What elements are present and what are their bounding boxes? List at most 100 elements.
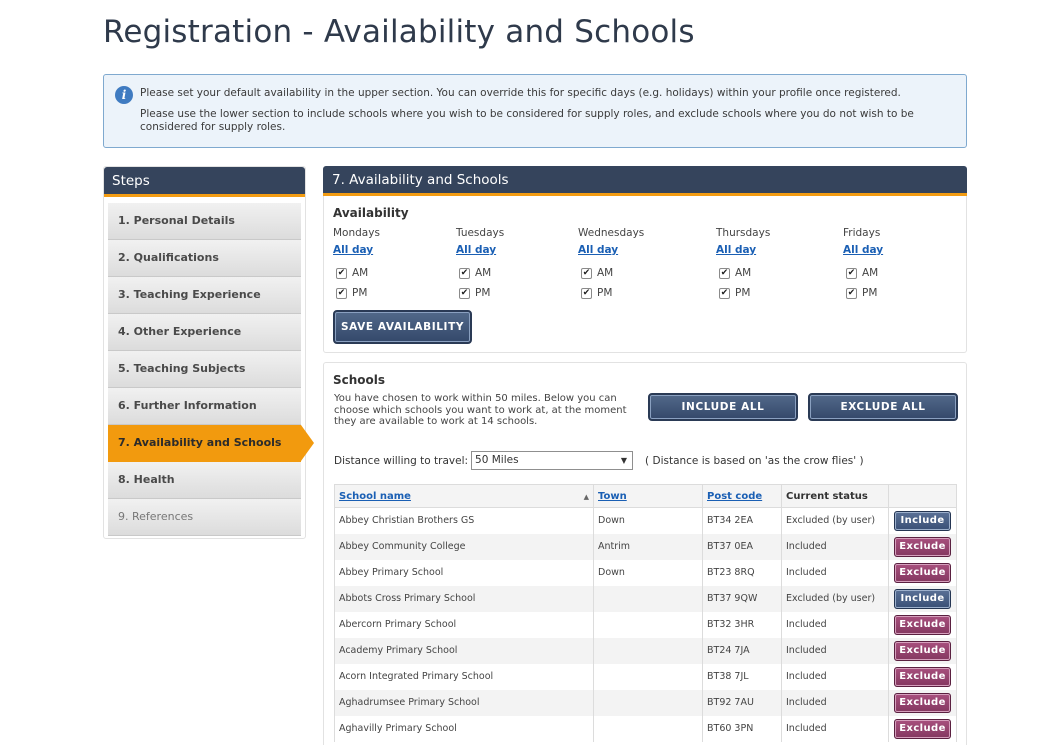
am-checkbox[interactable]: ✔ [719,267,730,279]
school-name-cell: Aghavilly Primary School [334,715,594,742]
exclude-school-button[interactable]: Exclude [894,640,951,661]
step-item-3[interactable]: 3. Teaching Experience [108,277,301,314]
status-cell: Included [781,559,889,586]
sort-school-name-link[interactable]: School name [339,491,411,502]
action-cell: Include [888,585,957,612]
school-name-cell: Abbey Community College [334,533,594,560]
table-row: Academy Primary School BT24 7JA Included Ex… [334,637,957,664]
am-checkbox[interactable]: ✔ [336,267,347,279]
pm-row: ✔ PM [333,283,380,303]
exclude-school-button[interactable]: Exclude [894,536,951,557]
steps-panel: Steps 1. Personal Details 2. Qualificatio… [103,166,314,539]
day-name: Tuesdays [456,227,505,239]
all-day-link[interactable]: All day [843,244,883,263]
distance-row: Distance willing to travel: 50 Miles ▼ (… [334,451,864,470]
info-icon: i [115,86,133,104]
school-name-cell: Acorn Integrated Primary School [334,663,594,690]
distance-label: Distance willing to travel: [334,454,469,467]
include-school-button[interactable]: Include [894,588,951,609]
town-cell: Antrim [593,533,703,560]
action-cell: Exclude [888,559,957,586]
day-column: Fridays All day ✔ AM ✔ PM [843,227,883,303]
pm-checkbox[interactable]: ✔ [719,287,730,299]
exclude-school-button[interactable]: Exclude [894,666,951,687]
am-row: ✔ AM [578,263,644,283]
distance-note: ( Distance is based on 'as the crow flie… [645,454,864,467]
column-header-post-code[interactable]: Post code [702,484,782,508]
post-code-cell: BT37 0EA [702,533,782,560]
schools-table: School name ▲ Town Post code Current sta… [334,484,957,742]
schools-section: Schools You have chosen to work within 5… [323,362,967,745]
town-cell [593,611,703,638]
am-checkbox[interactable]: ✔ [581,267,592,279]
town-cell [593,689,703,716]
day-column: Mondays All day ✔ AM ✔ PM [333,227,380,303]
step-item-7[interactable]: 7. Availability and Schools [108,425,314,462]
step-item-2[interactable]: 2. Qualifications [108,240,301,277]
table-row: Abbey Primary School Down BT23 8RQ Included… [334,559,957,586]
save-availability-button[interactable]: SAVE AVAILABILITY [333,310,472,344]
steps-header: Steps [104,167,305,197]
am-row: ✔ AM [843,263,883,283]
include-school-button[interactable]: Include [894,510,951,531]
sort-post-code-link[interactable]: Post code [707,491,762,502]
column-header-school-name[interactable]: School name ▲ [334,484,594,508]
table-row: Abbey Community College Antrim BT37 0EA Inc… [334,533,957,560]
schools-title: Schools [333,373,386,387]
all-day-link[interactable]: All day [716,244,770,263]
column-header-town[interactable]: Town [593,484,703,508]
am-label: AM [475,267,492,279]
pm-checkbox[interactable]: ✔ [336,287,347,299]
town-cell: Down [593,559,703,586]
pm-label: PM [735,287,751,299]
all-day-link[interactable]: All day [578,244,644,263]
post-code-cell: BT60 3PN [702,715,782,742]
page-title: Registration - Availability and Schools [103,14,695,50]
pm-checkbox[interactable]: ✔ [459,287,470,299]
step-item-5[interactable]: 5. Teaching Subjects [108,351,301,388]
exclude-school-button[interactable]: Exclude [894,614,951,635]
town-cell [593,663,703,690]
pm-label: PM [862,287,878,299]
all-day-link[interactable]: All day [333,244,380,263]
exclude-school-button[interactable]: Exclude [894,562,951,583]
table-row: Aghavilly Primary School BT60 3PN Included… [334,715,957,742]
am-label: AM [862,267,879,279]
school-name-cell: Abercorn Primary School [334,611,594,638]
exclude-all-schools-button[interactable]: EXCLUDE ALL SCHOOLS [808,393,958,437]
status-cell: Included [781,715,889,742]
action-cell: Exclude [888,663,957,690]
town-cell [593,637,703,664]
step-item-1[interactable]: 1. Personal Details [108,203,301,240]
table-row: Abbots Cross Primary School BT37 9QW Exclu… [334,585,957,612]
table-row: Acorn Integrated Primary School BT38 7JL I… [334,663,957,690]
steps-list: 1. Personal Details 2. Qualifications 3. T… [108,203,314,536]
day-name: Fridays [843,227,881,239]
post-code-cell: BT24 7JA [702,637,782,664]
action-cell: Exclude [888,715,957,742]
distance-select[interactable]: 50 Miles ▼ [471,451,634,470]
pm-row: ✔ PM [716,283,770,303]
availability-title: Availability [333,206,409,220]
sort-town-link[interactable]: Town [598,491,627,502]
am-label: AM [597,267,614,279]
pm-checkbox[interactable]: ✔ [846,287,857,299]
school-name-cell: Aghadrumsee Primary School [334,689,594,716]
sort-ascending-icon: ▲ [583,492,589,501]
step-item-6[interactable]: 6. Further Information [108,388,301,425]
info-box: i Please set your default availability i… [103,74,967,148]
step-item-4[interactable]: 4. Other Experience [108,314,301,351]
exclude-school-button[interactable]: Exclude [894,692,951,713]
all-day-link[interactable]: All day [456,244,504,263]
availability-section: Availability Mondays All day ✔ AM ✔ PM Tuesday… [323,196,967,353]
include-all-schools-button[interactable]: INCLUDE ALL SCHOOLS [648,393,798,437]
school-name-cell: Abbey Primary School [334,559,594,586]
am-checkbox[interactable]: ✔ [846,267,857,279]
pm-label: PM [475,287,491,299]
am-checkbox[interactable]: ✔ [459,267,470,279]
exclude-school-button[interactable]: Exclude [894,718,951,739]
status-cell: Included [781,533,889,560]
pm-checkbox[interactable]: ✔ [581,287,592,299]
day-name: Thursdays [716,227,771,239]
step-item-8[interactable]: 8. Health [108,462,301,499]
